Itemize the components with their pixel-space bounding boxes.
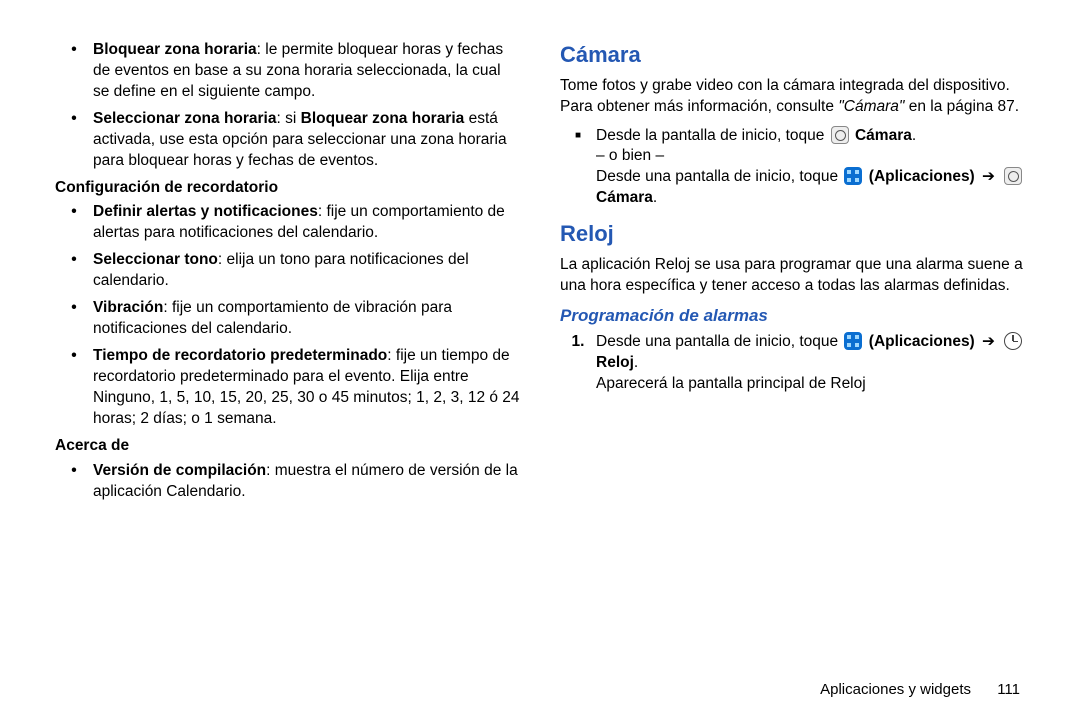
arrow-icon: ➔ (982, 168, 995, 185)
bullet-text: Vibración: fije un comportamiento de vib… (93, 298, 520, 340)
bullet-item: • Seleccionar zona horaria: si Bloquear … (55, 109, 520, 172)
apps-icon (844, 167, 862, 185)
bullet-title: Seleccionar zona horaria (93, 110, 277, 127)
bullet-title: Tiempo de recordatorio predeterminado (93, 347, 387, 364)
bullet-marker: • (55, 250, 93, 292)
apps-icon (844, 332, 862, 350)
subhead-reminder-config: Configuración de recordatorio (55, 178, 520, 199)
bullet-text: Versión de compilación: muestra el númer… (93, 461, 520, 503)
clock-intro: La aplicación Reloj se usa para programa… (560, 255, 1025, 297)
bullet-text: Seleccionar tono: elija un tono para not… (93, 250, 520, 292)
bullet-marker: • (55, 346, 93, 430)
step-text: Desde la pantalla de inicio, toque Cámar… (596, 126, 1025, 210)
bullet-title: Bloquear zona horaria (93, 41, 257, 58)
heading-clock: Reloj (560, 219, 1025, 249)
bullet-item: • Tiempo de recordatorio predeterminado:… (55, 346, 520, 430)
numbered-step: 1. Desde una pantalla de inicio, toque (… (560, 332, 1025, 395)
square-bullet-icon (560, 126, 596, 210)
subhead-about: Acerca de (55, 436, 520, 457)
bullet-text: Bloquear zona horaria: le permite bloque… (93, 40, 520, 103)
bullet-title: Versión de compilación (93, 462, 266, 479)
bullet-title: Definir alertas y notificaciones (93, 203, 318, 220)
step-text: Desde una pantalla de inicio, toque (Apl… (596, 332, 1025, 395)
left-column: • Bloquear zona horaria: le permite bloq… (55, 40, 520, 690)
clock-icon (1004, 332, 1022, 350)
right-column: Cámara Tome fotos y grabe video con la c… (560, 40, 1025, 690)
camera-icon (831, 126, 849, 144)
bullet-item: • Bloquear zona horaria: le permite bloq… (55, 40, 520, 103)
step-item: Desde la pantalla de inicio, toque Cámar… (560, 126, 1025, 210)
cross-reference: "Cámara" (838, 98, 904, 115)
bullet-marker: • (55, 40, 93, 103)
bullet-marker: • (55, 109, 93, 172)
camera-icon (1004, 167, 1022, 185)
bullet-text: Definir alertas y notificaciones: fije u… (93, 202, 520, 244)
heading-camera: Cámara (560, 40, 1025, 70)
bullet-marker: • (55, 298, 93, 340)
bullet-item: • Definir alertas y notificaciones: fije… (55, 202, 520, 244)
bullet-title: Vibración (93, 299, 163, 316)
subheading-alarms: Programación de alarmas (560, 305, 1025, 328)
bullet-marker: • (55, 202, 93, 244)
bullet-text: Tiempo de recordatorio predeterminado: f… (93, 346, 520, 430)
bullet-item: • Vibración: fije un comportamiento de v… (55, 298, 520, 340)
step-number: 1. (560, 332, 596, 395)
arrow-icon: ➔ (982, 333, 995, 350)
bullet-title: Seleccionar tono (93, 251, 218, 268)
page-number: 111 (997, 681, 1020, 698)
camera-intro: Tome fotos y grabe video con la cámara i… (560, 76, 1025, 118)
bullet-marker: • (55, 461, 93, 503)
bullet-text: Seleccionar zona horaria: si Bloquear zo… (93, 109, 520, 172)
bullet-item: • Versión de compilación: muestra el núm… (55, 461, 520, 503)
bullet-item: • Seleccionar tono: elija un tono para n… (55, 250, 520, 292)
page-footer: Aplicaciones y widgets 111 (820, 680, 1020, 700)
footer-section: Aplicaciones y widgets (820, 681, 971, 698)
